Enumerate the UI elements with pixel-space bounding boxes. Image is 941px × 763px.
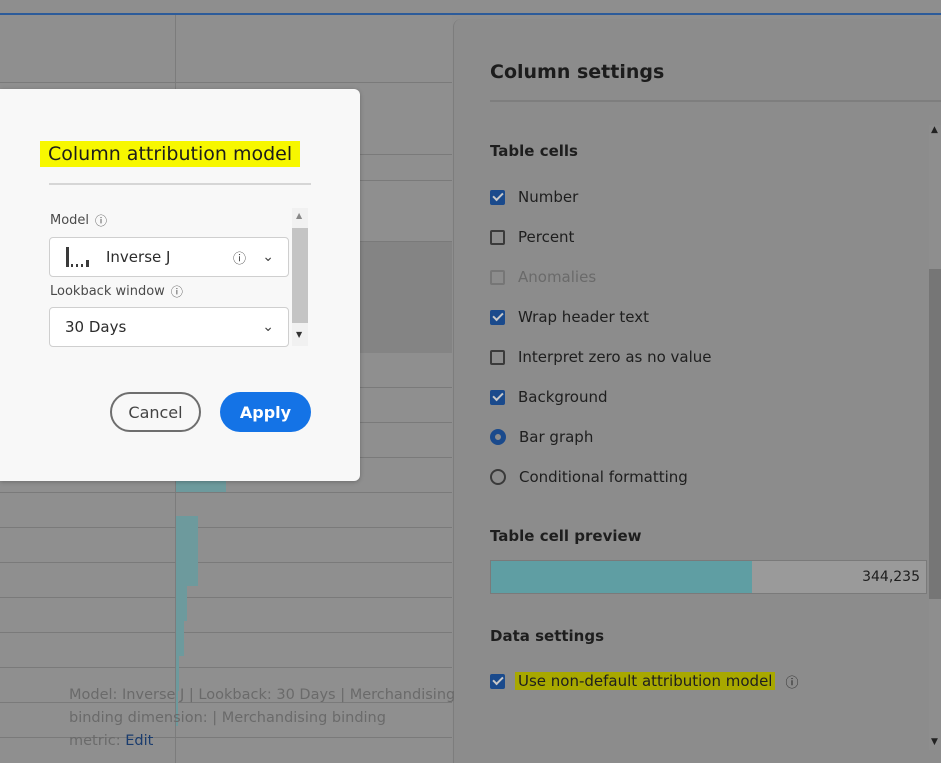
apply-button[interactable]: Apply: [220, 392, 311, 432]
scroll-down-arrow-icon[interactable]: ▼: [296, 330, 302, 339]
checkbox[interactable]: [490, 309, 505, 325]
cancel-button[interactable]: Cancel: [110, 392, 201, 432]
checkbox[interactable]: [490, 229, 505, 245]
non-default-attribution-option[interactable]: Use non-default attribution model ⓘ: [490, 670, 798, 692]
model-select[interactable]: Inverse J ⓘ ⌄: [49, 237, 289, 277]
non-default-attribution-checkbox[interactable]: [490, 673, 505, 689]
attribution-model-dialog: Column attribution model Model ⓘ Inverse…: [0, 89, 360, 481]
dialog-title-text: Column attribution model: [40, 141, 301, 167]
model-field-label: Model ⓘ: [50, 212, 107, 229]
lookback-label-text: Lookback window: [50, 284, 165, 299]
model-info-icon[interactable]: ⓘ: [233, 248, 246, 267]
non-default-attribution-label: Use non-default attribution model: [515, 672, 776, 690]
lookback-field-label: Lookback window ⓘ: [50, 283, 183, 300]
model-help-icon[interactable]: ⓘ: [95, 212, 107, 229]
scroll-up-arrow-icon[interactable]: ▲: [931, 125, 938, 135]
table-row-divider: [0, 597, 452, 598]
info-icon[interactable]: ⓘ: [785, 672, 798, 691]
option-label: Anomalies: [518, 268, 597, 286]
option-label: Background: [518, 388, 608, 406]
option-label: Wrap header text: [518, 308, 650, 326]
data-settings-heading: Data settings: [490, 627, 605, 645]
dialog-scrollbar-thumb[interactable]: [292, 228, 308, 323]
model-label-text: Model: [50, 213, 90, 228]
scroll-up-arrow-icon[interactable]: ▲: [296, 211, 302, 220]
attribution-description: Model: Inverse J | Lookback: 30 Days | M…: [69, 684, 464, 753]
option-label: Interpret zero as no value: [518, 348, 712, 366]
chevron-down-icon[interactable]: ⌄: [262, 319, 274, 335]
dialog-title-divider: [49, 183, 311, 185]
table-row-divider: [0, 492, 452, 493]
edit-link[interactable]: Edit: [125, 733, 153, 749]
option-interpret-zero-as-no-value[interactable]: Interpret zero as no value: [490, 346, 712, 368]
table-row-divider: [0, 82, 452, 83]
option-number[interactable]: Number: [490, 186, 578, 208]
option-bar-graph[interactable]: Bar graph: [490, 426, 593, 448]
checkbox[interactable]: [490, 189, 505, 205]
panel-title-divider: [490, 100, 941, 102]
table-bar: [176, 586, 187, 621]
option-background[interactable]: Background: [490, 386, 608, 408]
option-anomalies: Anomalies: [490, 266, 596, 288]
table-row-divider: [0, 667, 452, 668]
table-row-divider: [0, 632, 452, 633]
column-settings-panel: Column settings Table cells Table cell p…: [453, 19, 941, 763]
table-cell-preview-heading: Table cell preview: [490, 527, 642, 545]
radio-button[interactable]: [490, 429, 506, 445]
table-row-divider: [0, 562, 452, 563]
table-row-divider: [0, 527, 452, 528]
preview-value: 344,235: [862, 569, 920, 585]
table-bar: [176, 621, 184, 656]
radio-button[interactable]: [490, 469, 506, 485]
scroll-down-arrow-icon[interactable]: ▼: [931, 737, 938, 747]
table-cells-heading: Table cells: [490, 142, 578, 160]
option-label: Conditional formatting: [519, 468, 688, 486]
lookback-help-icon[interactable]: ⓘ: [171, 283, 183, 300]
option-label: Percent: [518, 228, 575, 246]
preview-bar-fill: [491, 561, 752, 593]
option-wrap-header-text[interactable]: Wrap header text: [490, 306, 649, 328]
table-bar: [176, 516, 198, 551]
option-label: Number: [518, 188, 579, 206]
option-percent[interactable]: Percent: [490, 226, 574, 248]
dialog-scrollbar[interactable]: ▲ ▼: [292, 208, 308, 346]
model-select-value: Inverse J: [106, 248, 171, 266]
checkbox[interactable]: [490, 349, 505, 365]
inverse-j-model-icon: [66, 247, 90, 267]
panel-scrollbar[interactable]: ▲ ▼: [929, 125, 941, 750]
dialog-title: Column attribution model: [40, 141, 301, 167]
table-cell-preview: 344,235: [490, 560, 927, 594]
scrollbar-thumb[interactable]: [929, 269, 941, 599]
lookback-select-value: 30 Days: [65, 318, 127, 336]
chevron-down-icon[interactable]: ⌄: [262, 249, 274, 265]
table-bar: [176, 551, 198, 586]
checkbox: [490, 269, 505, 285]
option-conditional-formatting[interactable]: Conditional formatting: [490, 466, 688, 488]
panel-title: Column settings: [490, 61, 665, 83]
table-bar: [176, 481, 226, 492]
checkbox[interactable]: [490, 389, 505, 405]
option-label: Bar graph: [519, 428, 594, 446]
lookback-select[interactable]: 30 Days ⌄: [49, 307, 289, 347]
